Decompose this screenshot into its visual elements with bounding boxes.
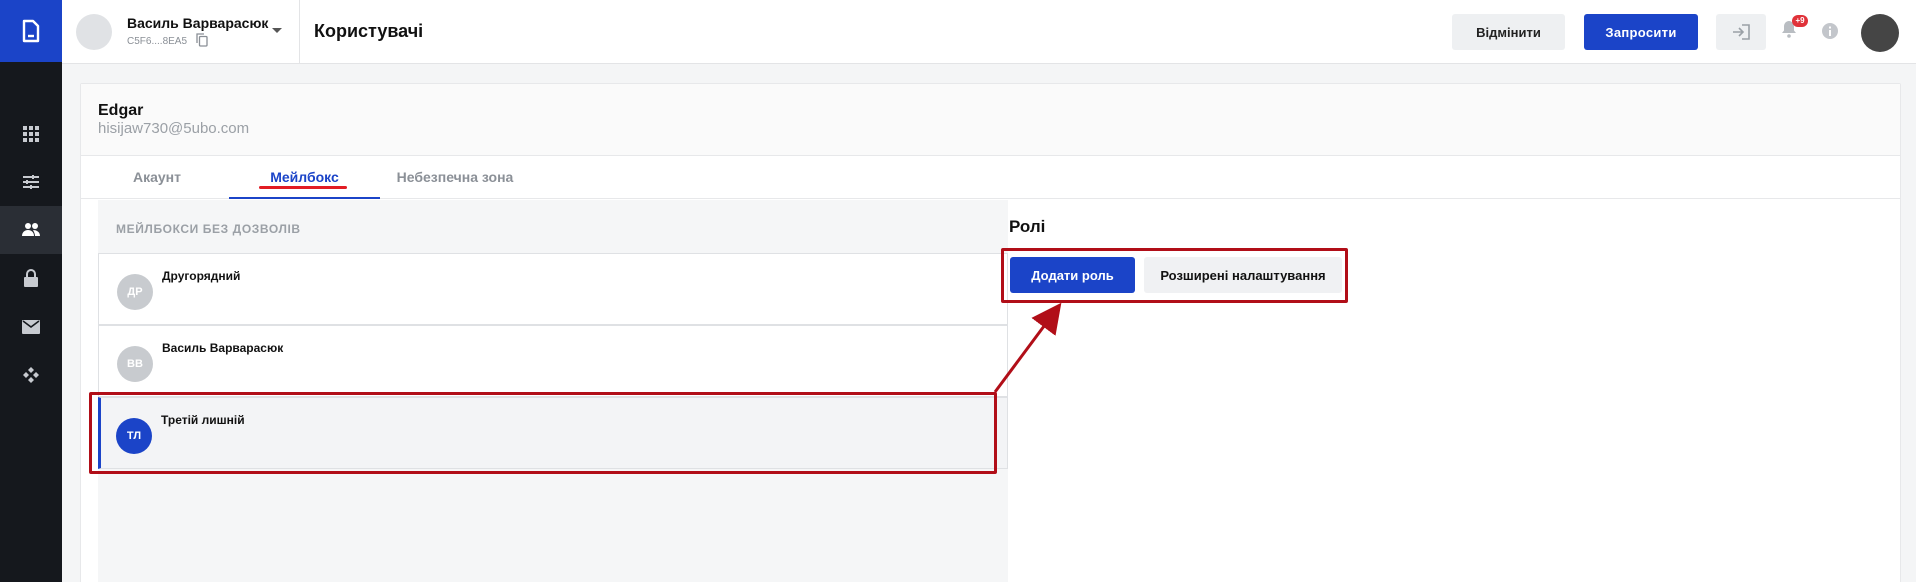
account-avatar bbox=[76, 14, 112, 50]
info-icon[interactable] bbox=[1821, 22, 1839, 40]
tab-bar: Акаунт Мейлбокс Небезпечна зона bbox=[81, 156, 1900, 199]
users-icon bbox=[22, 223, 40, 236]
login-icon bbox=[1733, 24, 1750, 40]
mailboxes-section-title: МЕЙЛБОКСИ БЕЗ ДОЗВОЛІВ bbox=[116, 222, 301, 236]
page-title: Користувачі bbox=[314, 21, 424, 41]
nav-settings[interactable] bbox=[0, 158, 62, 206]
nav-dashboard[interactable] bbox=[0, 110, 62, 158]
apps-grid-icon bbox=[23, 126, 39, 142]
mailbox-avatar: ДР bbox=[117, 274, 153, 310]
mailbox-avatar: ВВ bbox=[117, 346, 153, 382]
mailbox-item[interactable]: ДР Другорядний bbox=[98, 253, 1008, 325]
nav-users[interactable] bbox=[0, 206, 62, 254]
nav-mail[interactable] bbox=[0, 303, 62, 351]
document-icon bbox=[22, 19, 40, 43]
side-rail bbox=[0, 0, 62, 582]
integrations-icon bbox=[23, 367, 39, 383]
cancel-button[interactable]: Відмінити bbox=[1452, 14, 1565, 50]
user-header: Edgar hisijaw730@5ubo.com bbox=[81, 84, 1900, 156]
mail-icon bbox=[22, 320, 40, 334]
roles-title: Ролі bbox=[1009, 217, 1046, 236]
lock-icon bbox=[24, 268, 38, 287]
account-switcher[interactable]: Василь Варварасюк C5F6....8EA5 bbox=[62, 0, 300, 64]
app-logo[interactable] bbox=[0, 0, 62, 62]
mailbox-item[interactable]: ВВ Василь Варварасюк bbox=[98, 325, 1008, 397]
add-role-button[interactable]: Додати роль bbox=[1010, 257, 1135, 293]
invite-button[interactable]: Запросити bbox=[1584, 14, 1698, 50]
sliders-icon bbox=[23, 175, 39, 189]
tab-mailbox[interactable]: Мейлбокс bbox=[229, 156, 380, 199]
top-bar: Василь Варварасюк C5F6....8EA5 Користува… bbox=[62, 0, 1916, 64]
mailbox-name: Третій лишній bbox=[161, 413, 245, 427]
mailbox-name: Другорядний bbox=[162, 269, 241, 283]
mailbox-item-selected[interactable]: ТЛ Третій лишній bbox=[98, 397, 1008, 469]
sign-in-button[interactable] bbox=[1716, 14, 1766, 50]
copy-icon[interactable] bbox=[196, 33, 208, 47]
user-email: hisijaw730@5ubo.com bbox=[98, 120, 250, 137]
mailbox-avatar: ТЛ bbox=[116, 418, 152, 454]
user-avatar[interactable] bbox=[1861, 14, 1899, 52]
nav-integrations[interactable] bbox=[0, 351, 62, 399]
mailbox-name: Василь Варварасюк bbox=[162, 341, 284, 355]
user-name: Edgar bbox=[98, 102, 144, 119]
nav-security[interactable] bbox=[0, 254, 62, 302]
account-name: Василь Варварасюк bbox=[127, 15, 269, 31]
mailbox-panel: МЕЙЛБОКСИ БЕЗ ДОЗВОЛІВ ДР Другорядний ВВ… bbox=[98, 200, 1008, 582]
user-card: Edgar hisijaw730@5ubo.com Акаунт Мейлбок… bbox=[80, 83, 1901, 582]
chevron-down-icon[interactable] bbox=[272, 28, 282, 33]
tab-danger-zone[interactable]: Небезпечна зона bbox=[380, 156, 530, 199]
notification-badge: +9 bbox=[1792, 15, 1808, 27]
annotation-underline bbox=[259, 186, 347, 189]
account-code: C5F6....8EA5 bbox=[127, 36, 188, 47]
advanced-settings-button[interactable]: Розширені налаштування bbox=[1144, 257, 1342, 293]
tab-account[interactable]: Акаунт bbox=[96, 156, 218, 199]
